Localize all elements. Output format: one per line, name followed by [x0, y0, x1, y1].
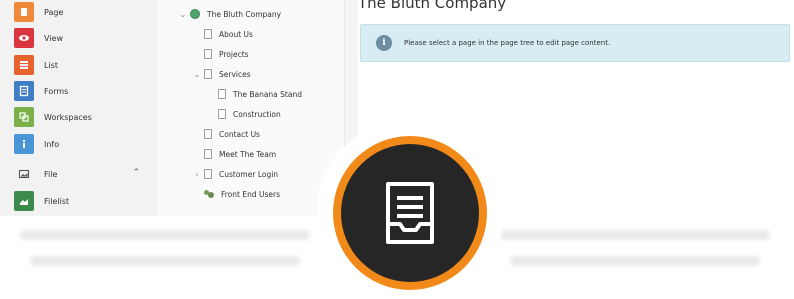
tree-node-services[interactable]: ⌄ Services — [192, 66, 251, 82]
list-icon — [14, 55, 34, 75]
page-icon — [204, 29, 212, 39]
module-item-label: List — [44, 60, 58, 70]
chevron-down-icon[interactable]: ⌄ — [178, 10, 188, 19]
page-icon — [218, 109, 226, 119]
page-icon — [14, 2, 34, 22]
tree-node-label: Projects — [219, 49, 249, 59]
module-item-info[interactable]: Info — [14, 133, 154, 155]
tree-node-about-us[interactable]: About Us — [204, 26, 253, 42]
module-item-label: Filelist — [44, 196, 70, 206]
chevron-up-icon[interactable]: ⌃ — [132, 168, 140, 178]
tree-node-customer-login[interactable]: › Customer Login — [192, 166, 278, 182]
tree-node-label: About Us — [219, 29, 253, 39]
chevron-right-icon[interactable]: › — [192, 170, 202, 179]
tree-node-label: Customer Login — [219, 169, 279, 179]
module-item-label: Workspaces — [44, 112, 92, 122]
workspaces-icon — [14, 107, 34, 127]
globe-icon — [190, 9, 200, 19]
badge-inner — [341, 144, 479, 282]
module-item-view[interactable]: View — [14, 27, 154, 49]
module-item-forms[interactable]: Forms — [14, 80, 154, 102]
info-icon — [14, 134, 34, 154]
module-item-label: Info — [44, 139, 60, 149]
tree-node-root[interactable]: ⌄ The Bluth Company — [178, 6, 281, 22]
tree-node-label: Construction — [233, 109, 281, 119]
page-content-icon — [386, 182, 434, 244]
blurred-text-line — [20, 230, 310, 240]
page-icon — [218, 89, 226, 99]
page-icon — [204, 49, 212, 59]
tree-node-construction[interactable]: Construction — [218, 106, 281, 122]
page-icon — [204, 149, 212, 159]
blurred-text-line — [30, 256, 300, 266]
module-menu: Page View List Forms Workspaces Info Fil… — [0, 0, 158, 216]
tree-node-label: The Banana Stand — [233, 89, 302, 99]
module-item-filelist[interactable]: Filelist — [14, 190, 154, 212]
form-icon — [14, 81, 34, 101]
module-item-label: View — [44, 33, 63, 43]
tree-node-label: Front End Users — [221, 189, 280, 199]
page-content-badge — [333, 136, 487, 290]
tree-node-label: The Bluth Company — [207, 9, 282, 19]
filelist-icon — [14, 191, 34, 211]
users-folder-icon — [204, 189, 214, 199]
eye-icon — [14, 28, 34, 48]
module-item-label: Forms — [44, 86, 69, 96]
tree-node-label: Services — [219, 69, 251, 79]
tree-node-label: Meet The Team — [219, 149, 277, 159]
module-item-label: File — [44, 169, 58, 179]
module-item-page[interactable]: Page — [14, 1, 154, 23]
tree-node-meet-the-team[interactable]: Meet The Team — [204, 146, 276, 162]
module-item-list[interactable]: List — [14, 54, 154, 76]
tree-node-front-end-users[interactable]: Front End Users — [204, 186, 280, 202]
info-circle-icon: i — [376, 35, 392, 51]
info-message: Please select a page in the page tree to… — [404, 39, 611, 47]
page-icon — [204, 129, 212, 139]
tree-node-projects[interactable]: Projects — [204, 46, 249, 62]
page-title: The Bluth Company — [358, 0, 507, 12]
image-icon — [14, 164, 34, 184]
module-item-workspaces[interactable]: Workspaces — [14, 106, 154, 128]
blurred-text-line — [500, 230, 770, 240]
tree-node-banana-stand[interactable]: The Banana Stand — [218, 86, 302, 102]
info-callout: i Please select a page in the page tree … — [360, 24, 790, 62]
tree-node-label: Contact Us — [219, 129, 260, 139]
blurred-text-line — [510, 256, 760, 266]
page-icon — [204, 69, 212, 79]
module-group-file[interactable]: File ⌃ — [14, 163, 154, 185]
tree-node-contact-us[interactable]: Contact Us — [204, 126, 260, 142]
chevron-down-icon[interactable]: ⌄ — [192, 70, 202, 79]
page-icon — [204, 169, 212, 179]
page-tree: ⌄ The Bluth Company About Us Projects ⌄ … — [158, 0, 344, 216]
module-item-label: Page — [44, 7, 64, 17]
